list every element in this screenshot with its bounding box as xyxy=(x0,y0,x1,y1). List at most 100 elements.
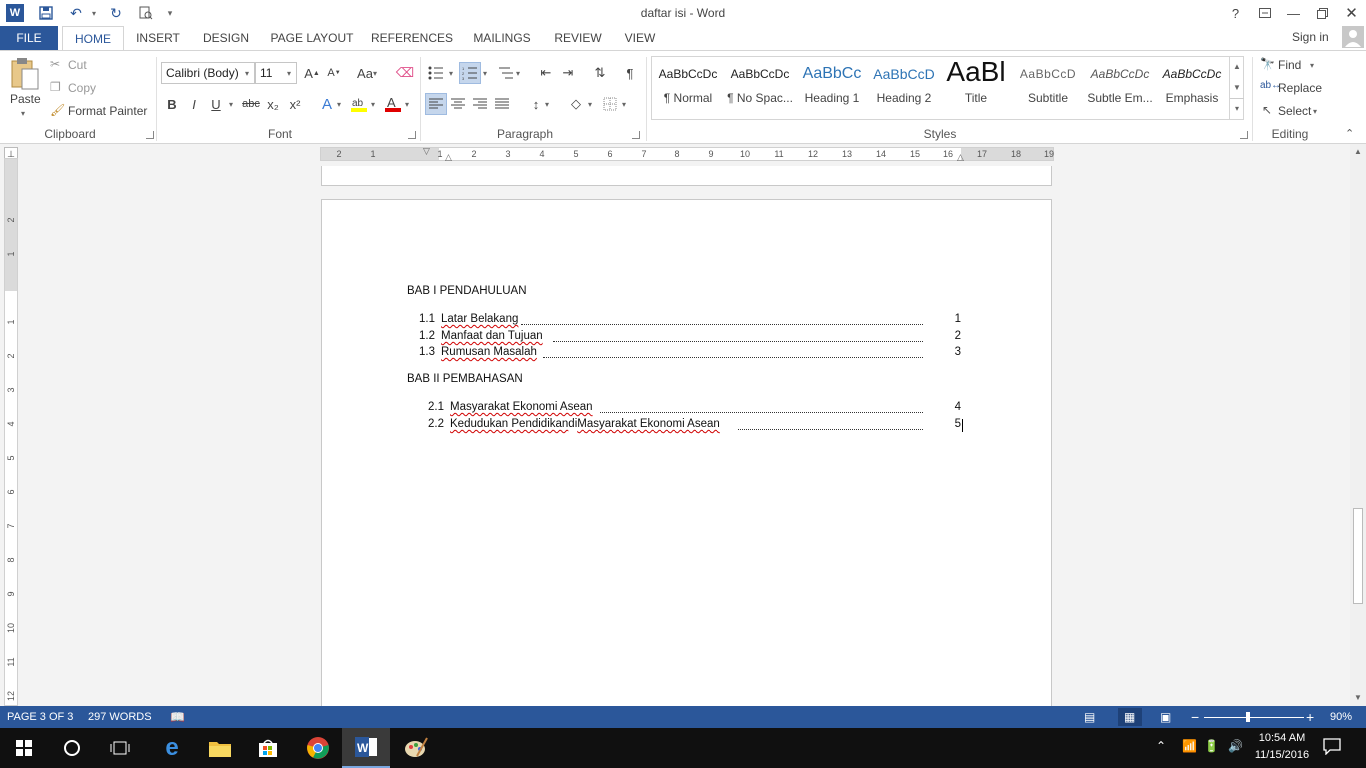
bold-button[interactable]: B xyxy=(161,93,183,115)
underline-dropdown-icon[interactable]: ▾ xyxy=(229,100,233,109)
styles-down-icon[interactable]: ▼ xyxy=(1230,77,1244,98)
wifi-icon[interactable]: 📶 xyxy=(1182,739,1197,753)
restore-icon[interactable] xyxy=(1308,0,1337,26)
tab-file[interactable]: FILE xyxy=(0,26,58,50)
close-icon[interactable]: ✕ xyxy=(1337,0,1366,26)
style-subtle-emphasis[interactable]: AaBbCcDc Subtle Em... xyxy=(1084,57,1156,117)
shading-dropdown-icon[interactable]: ▾ xyxy=(588,100,592,109)
tab-home[interactable]: HOME xyxy=(62,26,124,51)
paragraph-launcher-icon[interactable] xyxy=(632,131,640,139)
collapse-ribbon-icon[interactable]: ⌃ xyxy=(1345,127,1354,140)
store-icon[interactable] xyxy=(244,728,292,768)
scroll-down-icon[interactable]: ▼ xyxy=(1350,690,1366,706)
minimize-icon[interactable]: — xyxy=(1279,0,1308,26)
show-hidden-icons[interactable]: ⌃ xyxy=(1156,739,1166,753)
edge-icon[interactable]: e xyxy=(148,728,196,768)
borders-icon[interactable] xyxy=(599,93,621,115)
zoom-slider[interactable] xyxy=(1204,717,1304,718)
print-preview-icon[interactable] xyxy=(136,3,156,23)
numbering-icon[interactable]: 123 xyxy=(459,62,481,84)
paste-button[interactable]: Paste xyxy=(10,92,41,106)
copy-icon[interactable]: ❐ xyxy=(50,80,61,94)
style-title[interactable]: AaBl Title xyxy=(940,57,1012,117)
paste-dropdown-icon[interactable]: ▾ xyxy=(21,109,25,118)
document-page[interactable]: BAB I PENDAHULUAN 1.1 Latar Belakang 1 1… xyxy=(321,199,1052,706)
clock-time[interactable]: 10:54 AM xyxy=(1252,732,1312,744)
right-indent-marker[interactable]: △ xyxy=(957,152,964,163)
tab-references[interactable]: REFERENCES xyxy=(370,26,454,50)
clock-date[interactable]: 11/15/2016 xyxy=(1252,749,1312,761)
align-center-icon[interactable] xyxy=(447,93,469,115)
redo-icon[interactable]: ↻ xyxy=(106,3,126,23)
text-effects-icon[interactable]: A xyxy=(316,93,338,115)
tab-insert[interactable]: INSERT xyxy=(130,26,186,50)
sort-icon[interactable]: ⇅ xyxy=(589,62,611,84)
toc-entry[interactable]: 1.1 Latar Belakang 1 xyxy=(419,313,961,329)
font-launcher-icon[interactable] xyxy=(408,131,416,139)
cut-icon[interactable]: ✂ xyxy=(50,57,60,71)
highlight-dropdown-icon[interactable]: ▾ xyxy=(371,100,375,109)
left-indent-marker[interactable]: △ xyxy=(445,152,452,163)
underline-button[interactable]: U xyxy=(205,93,227,115)
zoom-in-icon[interactable]: + xyxy=(1306,706,1314,728)
first-line-indent-marker[interactable]: ▽ xyxy=(423,146,430,157)
select-button[interactable]: Select xyxy=(1278,104,1311,118)
chapter-heading-1[interactable]: BAB I PENDAHULUAN xyxy=(407,285,527,297)
align-left-icon[interactable] xyxy=(425,93,447,115)
scroll-thumb[interactable] xyxy=(1353,508,1363,604)
avatar[interactable] xyxy=(1342,26,1364,48)
cut-button[interactable]: Cut xyxy=(68,58,87,72)
style-subtitle[interactable]: AaBbCcD Subtitle xyxy=(1012,57,1084,117)
volume-icon[interactable]: 🔊 xyxy=(1228,739,1243,753)
vertical-ruler[interactable]: 2 1 1 2 3 4 5 6 7 8 9 10 11 12 xyxy=(4,158,18,706)
save-icon[interactable] xyxy=(36,3,56,23)
vertical-scrollbar[interactable]: ▲ ▼ xyxy=(1350,144,1366,706)
word-taskbar-icon[interactable]: W xyxy=(342,728,390,768)
clear-formatting-icon[interactable]: ⌫ xyxy=(394,62,416,84)
cortana-icon[interactable] xyxy=(48,728,96,768)
tab-design[interactable]: DESIGN xyxy=(198,26,254,50)
style-no-spacing[interactable]: AaBbCcDc ¶ No Spac... xyxy=(724,57,796,117)
shrink-font-icon[interactable]: A ▼ xyxy=(323,62,345,84)
word-count[interactable]: 297 WORDS xyxy=(88,706,152,728)
tab-mailings[interactable]: MAILINGS xyxy=(466,26,538,50)
format-painter-button[interactable]: Format Painter xyxy=(68,104,147,118)
battery-icon[interactable]: 🔋 xyxy=(1204,739,1219,753)
toc-entry[interactable]: 1.3 Rumusan Masalah 3 xyxy=(419,346,961,362)
replace-button[interactable]: Replace xyxy=(1278,81,1322,95)
numbering-dropdown-icon[interactable]: ▾ xyxy=(483,69,487,78)
borders-dropdown-icon[interactable]: ▾ xyxy=(622,100,626,109)
find-dropdown-icon[interactable]: ▾ xyxy=(1310,61,1314,70)
chrome-icon[interactable] xyxy=(294,728,342,768)
line-spacing-icon[interactable]: ↕ xyxy=(525,93,547,115)
clipboard-launcher-icon[interactable] xyxy=(146,131,154,139)
strikethrough-button[interactable]: abc xyxy=(240,93,262,115)
change-case-button[interactable]: Aa ▾ xyxy=(352,62,382,84)
chapter-heading-2[interactable]: BAB II PEMBAHASAN xyxy=(407,373,523,385)
text-effects-dropdown-icon[interactable]: ▾ xyxy=(337,100,341,109)
copy-button[interactable]: Copy xyxy=(68,81,96,95)
find-button[interactable]: Find xyxy=(1278,58,1301,72)
find-icon[interactable]: 🔭 xyxy=(1260,57,1275,71)
zoom-slider-thumb[interactable] xyxy=(1246,712,1250,722)
help-button[interactable]: ? xyxy=(1221,0,1250,26)
styles-launcher-icon[interactable] xyxy=(1240,131,1248,139)
select-dropdown-icon[interactable]: ▾ xyxy=(1313,107,1317,116)
font-family-dropdown-icon[interactable]: ▾ xyxy=(245,69,249,78)
justify-icon[interactable] xyxy=(491,93,513,115)
sign-in-link[interactable]: Sign in xyxy=(1292,26,1329,48)
notifications-icon[interactable] xyxy=(1322,737,1344,757)
increase-indent-icon[interactable]: ⇥ xyxy=(557,62,579,84)
font-color-icon[interactable]: A xyxy=(382,93,404,115)
superscript-button[interactable]: x² xyxy=(284,93,306,115)
print-layout-icon[interactable]: ▦ xyxy=(1124,706,1135,728)
paste-icon[interactable] xyxy=(8,57,42,97)
tab-review[interactable]: REVIEW xyxy=(548,26,608,50)
font-family-select[interactable]: Calibri (Body) xyxy=(161,62,255,84)
toc-entry[interactable]: 2.2 Kedudukan Pendidikan di Masyarakat E… xyxy=(428,418,963,434)
start-icon[interactable] xyxy=(0,728,48,768)
toc-entry[interactable]: 2.1 Masyarakat Ekonomi Asean 4 xyxy=(428,401,961,417)
grow-font-icon[interactable]: A ▲ xyxy=(301,62,323,84)
zoom-out-icon[interactable]: − xyxy=(1191,706,1199,728)
highlight-icon[interactable]: ab xyxy=(348,93,370,115)
